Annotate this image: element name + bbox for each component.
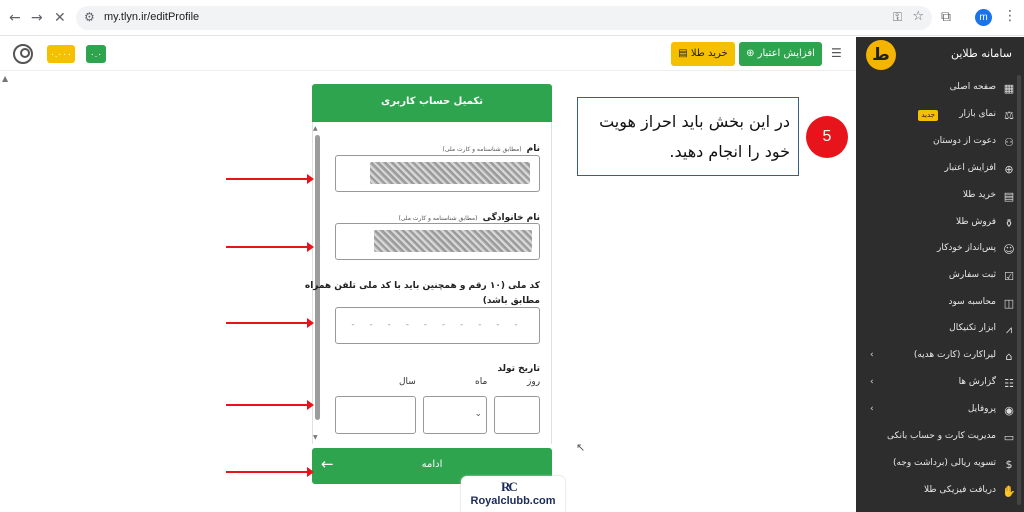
pointer-arrow xyxy=(226,400,314,410)
sidebar-item-sell-gold[interactable]: ⚱ فروش طلا xyxy=(856,215,1024,235)
app-header: ۰.۰۰۰ ۰.۰ ▤ خرید طلا ⊕ افزایش اعتبار ☰ xyxy=(0,37,856,71)
stop-icon[interactable]: ✕ xyxy=(54,9,66,27)
brand-name: سامانه طلاین xyxy=(950,47,1012,60)
extensions-icon[interactable]: ⧉ xyxy=(941,9,951,25)
increase-credit-button[interactable]: ⊕ افزایش اعتبار xyxy=(739,42,822,66)
hamburger-menu-icon[interactable]: ☰ xyxy=(831,46,842,60)
gift-icon: ⌂ xyxy=(1005,350,1013,363)
sidebar-item-home[interactable]: ▦ صفحه اصلی xyxy=(856,80,1024,100)
scroll-up-icon[interactable]: ▲ xyxy=(2,74,8,83)
profile-icon: ◉ xyxy=(1004,404,1014,417)
annotation-box: در این بخش باید احراز هویت خود را انجام … xyxy=(577,97,799,176)
friends-icon: ⚇ xyxy=(1004,136,1014,149)
gold-bars-icon: ▤ xyxy=(678,48,691,59)
chevron-left-icon: ‹ xyxy=(870,377,874,387)
money-bag-icon: ⚱ xyxy=(1004,217,1014,230)
cash-balance-badge[interactable]: ۰.۰ xyxy=(86,45,106,63)
report-icon: ☷ xyxy=(1004,377,1014,390)
form-header: تکمیل حساب کاربری xyxy=(312,84,552,122)
step-number-badge: 5 xyxy=(806,116,848,158)
url-text: my.tlyn.ir/editProfile xyxy=(104,11,200,23)
browser-toolbar: ← → ✕ ⚙ my.tlyn.ir/editProfile ⚿ ☆ ⧉ m ⋮ xyxy=(0,0,1024,36)
plus-circle-icon: ⊕ xyxy=(1004,163,1014,176)
brand-logo[interactable]: ط xyxy=(866,40,896,70)
chart-icon: ◫ xyxy=(1003,297,1015,310)
pointer-arrow xyxy=(226,318,314,328)
gold-bars-icon: ▤ xyxy=(1003,190,1015,203)
sidebar-item-buy-gold[interactable]: ▤ خرید طلا xyxy=(856,188,1024,208)
sidebar-item-profile[interactable]: ◉ پروفایل ‹ xyxy=(856,402,1024,422)
address-bar[interactable]: ⚙ my.tlyn.ir/editProfile ⚿ ☆ xyxy=(76,6,932,30)
last-name-label: نام خانوادگی (مطابق شناسنامه و کارت ملی) xyxy=(398,213,540,223)
form-title: تکمیل حساب کاربری xyxy=(381,96,483,107)
dollar-circle-icon: $ xyxy=(1005,458,1013,471)
scroll-up-icon[interactable]: ▲ xyxy=(313,125,318,132)
sidebar-item-increase-credit[interactable]: ⊕ افزایش اعتبار xyxy=(856,161,1024,181)
site-settings-icon[interactable]: ⚙ xyxy=(84,10,95,24)
mouse-cursor-icon: ↖ xyxy=(576,441,586,454)
browser-menu-icon[interactable]: ⋮ xyxy=(1003,8,1017,24)
national-code-input[interactable]: - - - - - - - - - - xyxy=(335,307,540,344)
day-label: روز xyxy=(527,377,541,387)
sidebar-item-order[interactable]: ☑ ثبت سفارش xyxy=(856,268,1024,288)
back-icon[interactable]: ← xyxy=(9,9,21,27)
year-label: سال xyxy=(399,377,416,387)
sidebar-item-technical[interactable]: ⩘ ابزار تکنیکال xyxy=(856,321,1024,341)
gold-balance-badge[interactable]: ۰.۰۰۰ xyxy=(47,45,75,63)
watermark: RC Royalclubb.com xyxy=(461,476,565,512)
trend-icon: ⩘ xyxy=(1005,323,1013,336)
watermark-logo: RC xyxy=(501,479,518,494)
chevron-left-icon: ‹ xyxy=(870,404,874,414)
first-name-input[interactable] xyxy=(335,155,540,192)
month-label: ماه xyxy=(475,377,488,387)
sidebar-item-withdraw[interactable]: $ تسویه ریالی (برداشت وجه) xyxy=(856,456,1024,476)
market-icon: ⚖ xyxy=(1004,109,1014,122)
national-code-label-cont: مطابق باشد) xyxy=(482,296,540,306)
key-icon[interactable]: ⚿ xyxy=(893,10,902,25)
pointer-arrow xyxy=(226,242,314,252)
sidebar-item-profit-calc[interactable]: ◫ محاسبه سود xyxy=(856,295,1024,315)
sidebar-item-bank-cards[interactable]: ▭ مدیریت کارت و حساب بانکی xyxy=(856,429,1024,449)
watermark-text: Royalclubb.com xyxy=(470,495,556,507)
sidebar-item-auto-saving[interactable]: ☺ پس‌انداز خودکار xyxy=(856,241,1024,261)
sidebar-item-gift-card[interactable]: ⌂ لیراکارت (کارت هدیه) ‹ xyxy=(856,348,1024,368)
first-name-label: نام (مطابق شناسنامه و کارت ملی) xyxy=(442,144,541,154)
pointer-arrow xyxy=(226,174,314,184)
bookmark-star-icon[interactable]: ☆ xyxy=(912,9,924,24)
card-icon: ▭ xyxy=(1003,431,1015,444)
forward-icon[interactable]: → xyxy=(31,9,43,27)
plus-circle-icon: ⊕ xyxy=(746,48,758,59)
last-name-input[interactable] xyxy=(335,223,540,260)
day-input[interactable] xyxy=(494,396,540,434)
grid-icon: ▦ xyxy=(1003,82,1015,95)
buy-gold-button[interactable]: ▤ خرید طلا xyxy=(671,42,735,66)
scroll-down-icon[interactable]: ▼ xyxy=(313,434,318,441)
redacted-value xyxy=(370,162,530,184)
robot-icon: ☺ xyxy=(1003,243,1015,256)
chevron-down-icon: ⌄ xyxy=(474,409,482,419)
sidebar-item-market[interactable]: ⚖ نمای بازار جدید xyxy=(856,107,1024,127)
month-select[interactable]: ⌄ xyxy=(423,396,487,434)
browser-profile-avatar[interactable]: m xyxy=(975,9,992,26)
year-input[interactable] xyxy=(335,396,416,434)
redacted-value xyxy=(374,230,532,252)
sidebar-item-physical-gold[interactable]: ✋ دریافت فیزیکی طلا xyxy=(856,483,1024,503)
birth-date-label: تاریخ تولد xyxy=(497,364,540,374)
sidebar-item-invite[interactable]: ⚇ دعوت از دوستان xyxy=(856,134,1024,154)
chevron-left-icon: ‹ xyxy=(870,350,874,360)
screen: ← → ✕ ⚙ my.tlyn.ir/editProfile ⚿ ☆ ⧉ m ⋮… xyxy=(0,0,1024,512)
hand-gold-icon: ✋ xyxy=(1002,485,1016,498)
new-badge: جدید xyxy=(918,110,938,121)
sidebar-item-reports[interactable]: ☷ گزارش ها ‹ xyxy=(856,375,1024,395)
clipboard-icon: ☑ xyxy=(1004,270,1014,283)
sidebar-scrollbar[interactable] xyxy=(1017,75,1021,505)
pointer-arrow xyxy=(226,467,314,477)
user-account-icon[interactable] xyxy=(13,44,33,64)
